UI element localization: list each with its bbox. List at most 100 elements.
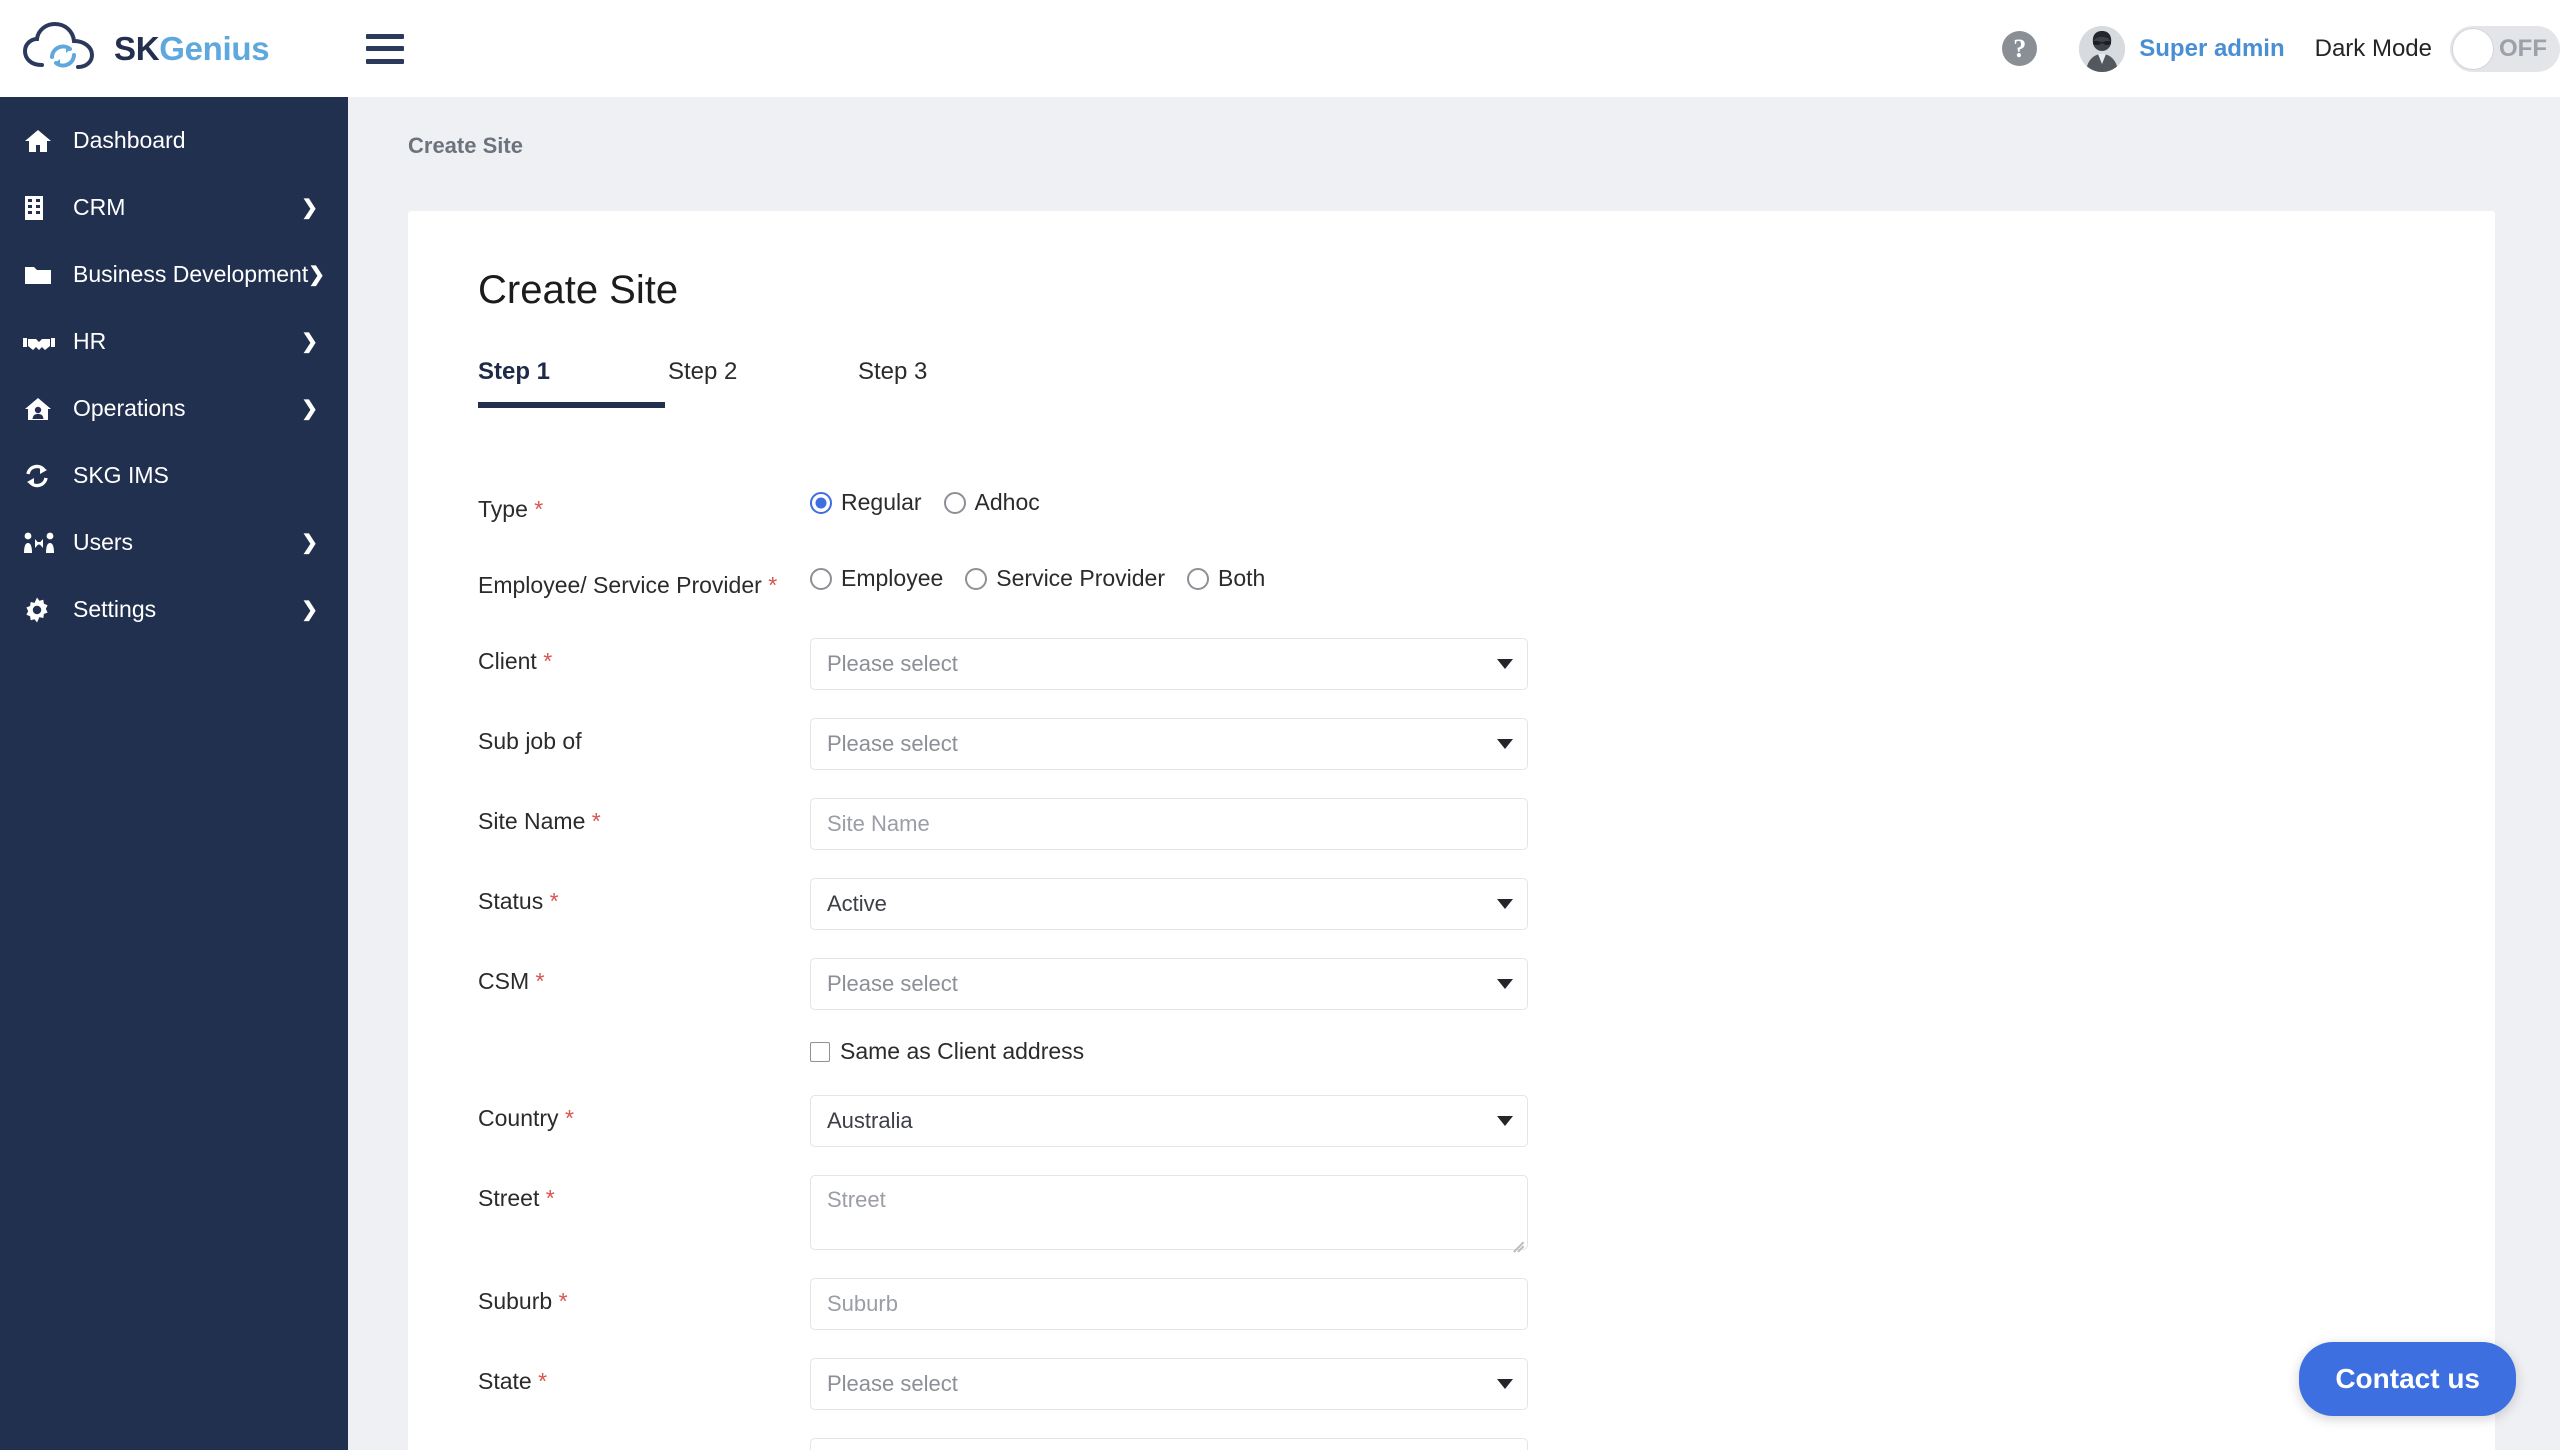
tab-step-2[interactable]: Step 2 — [668, 358, 858, 408]
top-bar: SKGenius ? Super admin Dark Mode OFF — [0, 0, 2560, 97]
radio-esp-both[interactable]: Both — [1187, 565, 1265, 592]
radio-group-type: Regular Adhoc — [810, 486, 1528, 516]
sidebar-item-dashboard[interactable]: Dashboard — [0, 107, 348, 174]
field-csm: Please select — [810, 958, 1528, 1010]
radio-esp-employee[interactable]: Employee — [810, 565, 943, 592]
label-site-name: Site Name * — [478, 798, 810, 837]
radio-label: Adhoc — [974, 489, 1040, 515]
home-icon — [23, 127, 57, 155]
required-asterisk: * — [549, 888, 559, 914]
user-name-link[interactable]: Super admin — [2139, 35, 2284, 63]
radio-indicator — [810, 567, 832, 590]
sidebar-item-settings[interactable]: Settings ❯ — [0, 576, 348, 643]
country-select[interactable]: Australia — [810, 1095, 1528, 1147]
field-type: Regular Adhoc — [810, 486, 1528, 516]
site-name-placeholder: Site Name — [827, 811, 930, 836]
resize-handle-icon[interactable] — [1510, 1232, 1524, 1246]
required-asterisk: * — [538, 1368, 548, 1394]
site-name-input[interactable]: Site Name — [810, 798, 1528, 850]
label-street-text: Street — [478, 1185, 540, 1211]
radio-type-regular[interactable]: Regular — [810, 489, 922, 516]
street-placeholder: Street — [827, 1187, 886, 1212]
breadcrumb: Create Site — [408, 133, 523, 158]
label-country-text: Country — [478, 1105, 559, 1131]
radio-type-adhoc[interactable]: Adhoc — [943, 489, 1040, 516]
sidebar-item-users[interactable]: Users ❯ — [0, 509, 348, 576]
form-row-type: Type * Regular Adhoc — [478, 486, 2495, 534]
user-avatar[interactable] — [2079, 25, 2126, 72]
contact-us-button[interactable]: Contact us — [2299, 1342, 2516, 1416]
status-select-value: Active — [827, 891, 887, 916]
card-inner: Create Site Step 1 Step 2 Step 3 Type * — [408, 211, 2495, 1450]
sidebar-item-label: Users — [73, 529, 134, 555]
field-country: Australia — [810, 1095, 1528, 1147]
label-suburb: Suburb * — [478, 1278, 810, 1317]
client-select[interactable]: Please select — [810, 638, 1528, 690]
label-client: Client * — [478, 638, 810, 677]
field-employee-service-provider: Employee Service Provider Both — [810, 562, 1528, 592]
status-select[interactable]: Active — [810, 878, 1528, 930]
required-asterisk: * — [591, 808, 601, 834]
sidebar-item-skg-ims[interactable]: SKG IMS — [0, 442, 348, 509]
next-partial-input[interactable] — [810, 1438, 1528, 1450]
required-asterisk: * — [535, 968, 545, 994]
label-csm: CSM * — [478, 958, 810, 997]
building-icon — [23, 194, 57, 222]
label-country: Country * — [478, 1095, 810, 1134]
radio-label: Regular — [841, 489, 922, 515]
sub-job-of-select[interactable]: Please select — [810, 718, 1528, 770]
toggle-state-label: OFF — [2499, 34, 2547, 62]
sidebar-item-label: Dashboard — [73, 127, 186, 153]
suburb-input[interactable]: Suburb — [810, 1278, 1528, 1330]
required-asterisk: * — [534, 496, 544, 522]
form-row-state: State * Please select — [478, 1358, 2495, 1410]
chevron-right-icon: ❯ — [301, 598, 318, 621]
same-as-client-address-checkbox[interactable]: Same as Client address — [810, 1038, 2495, 1065]
sidebar-item-label: Business Development — [73, 261, 309, 287]
toggle-knob — [2452, 27, 2494, 70]
sidebar-item-label: Operations — [73, 395, 186, 421]
radio-indicator — [1187, 567, 1210, 590]
step-tabs: Step 1 Step 2 Step 3 — [478, 358, 2495, 408]
label-status: Status * — [478, 878, 810, 917]
radio-label: Service Provider — [996, 565, 1166, 591]
street-textarea[interactable]: Street — [810, 1175, 1528, 1250]
label-state-text: State — [478, 1368, 532, 1394]
hamburger-bar — [366, 33, 404, 39]
label-employee-service-provider: Employee/ Service Provider * — [478, 562, 810, 601]
chevron-down-icon — [1497, 899, 1513, 909]
label-suburb-text: Suburb — [478, 1288, 553, 1314]
hamburger-icon[interactable] — [366, 33, 404, 64]
brand-logo[interactable]: SKGenius — [0, 0, 348, 97]
label-type: Type * — [478, 486, 810, 525]
sidebar-item-operations[interactable]: Operations ❯ — [0, 375, 348, 442]
state-select-value: Please select — [827, 1371, 958, 1396]
radio-esp-service-provider[interactable]: Service Provider — [965, 565, 1165, 592]
csm-select[interactable]: Please select — [810, 958, 1528, 1010]
required-asterisk: * — [543, 648, 553, 674]
sidebar-item-hr[interactable]: HR ❯ — [0, 308, 348, 375]
sidebar-item-business-development[interactable]: Business Development ❯ — [0, 241, 348, 308]
checkbox-label: Same as Client address — [840, 1038, 1085, 1064]
country-select-value: Australia — [827, 1108, 913, 1133]
tab-step-3[interactable]: Step 3 — [858, 358, 1048, 408]
field-state: Please select — [810, 1358, 1528, 1410]
checkbox-indicator — [810, 1041, 830, 1062]
brand-name: SKGenius — [114, 30, 270, 68]
form-row-status: Status * Active — [478, 878, 2495, 930]
sidebar-item-label: CRM — [73, 194, 126, 220]
dark-mode-toggle[interactable]: OFF — [2450, 25, 2560, 72]
tab-step-1[interactable]: Step 1 — [478, 358, 668, 408]
chevron-down-icon — [1497, 659, 1513, 669]
required-asterisk: * — [564, 1105, 574, 1131]
label-csm-text: CSM — [478, 968, 530, 994]
required-asterisk: * — [558, 1288, 568, 1314]
question-circle-icon[interactable]: ? — [2002, 31, 2038, 66]
label-site-name-text: Site Name — [478, 808, 586, 834]
radio-label: Both — [1218, 565, 1266, 591]
label-sub-job-of-text: Sub job of — [478, 728, 582, 754]
state-select[interactable]: Please select — [810, 1358, 1528, 1410]
hamburger-bar — [366, 58, 404, 64]
folder-icon — [23, 261, 57, 289]
sidebar-item-crm[interactable]: CRM ❯ — [0, 174, 348, 241]
